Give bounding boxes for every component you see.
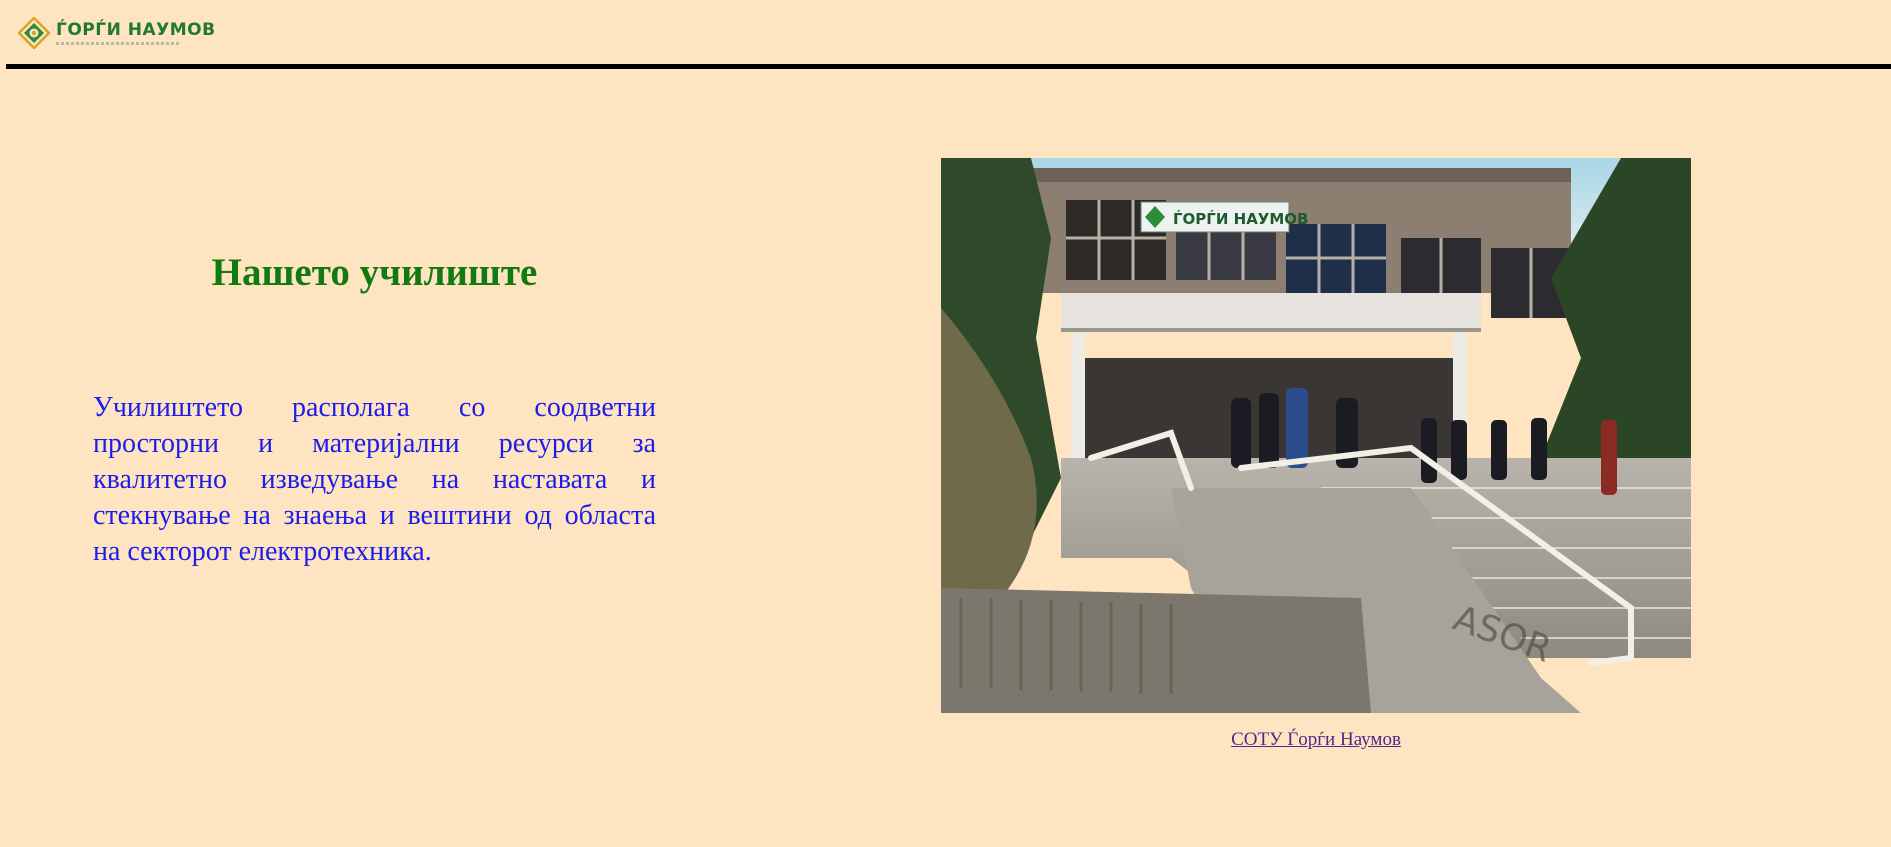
school-description: Училиштето располага со соодветни просто… xyxy=(93,392,656,567)
photo-sign-text: ЃОРЃИ НАУМОВ xyxy=(1173,209,1308,228)
school-building-photo: ЃОРЃИ НАУМОВ ASOR xyxy=(941,158,1691,713)
page-title: Нашето училиште xyxy=(211,251,538,294)
site-logo[interactable]: ЃОРЃИ НАУМОВ xyxy=(17,16,216,50)
school-emblem-icon xyxy=(17,16,51,50)
header-divider xyxy=(6,64,1891,69)
logo-subtitle-line xyxy=(56,41,180,45)
intro-section: Нашето училиште Училиштето располага со … xyxy=(93,250,656,567)
site-header: ЃОРЃИ НАУМОВ xyxy=(0,0,1891,69)
logo-text: ЃОРЃИ НАУМОВ xyxy=(56,19,216,40)
school-caption-link[interactable]: СОТУ Ѓорѓи Наумов xyxy=(941,729,1691,751)
